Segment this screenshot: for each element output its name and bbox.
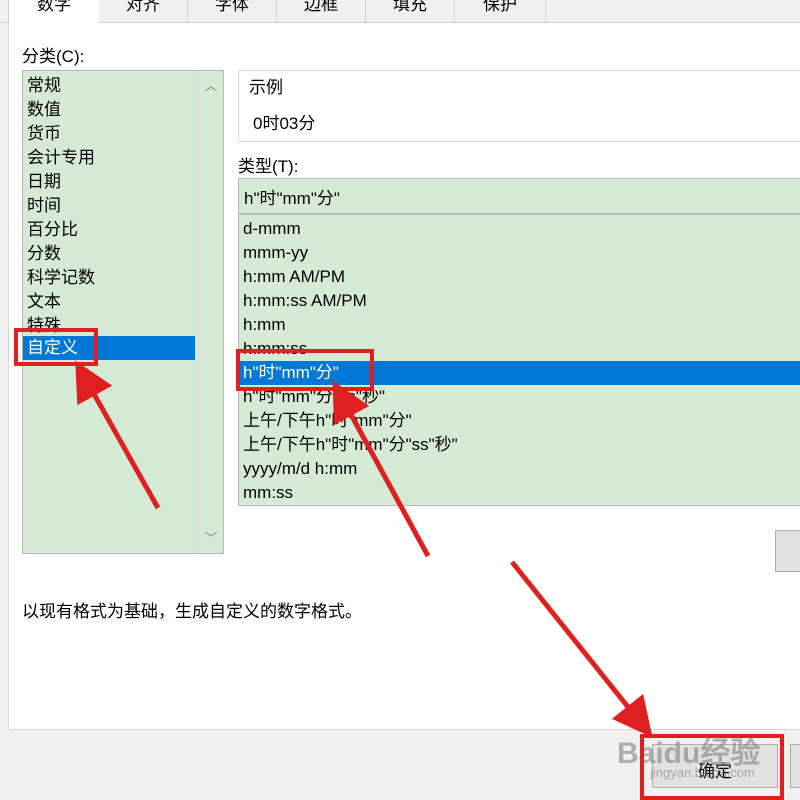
arrow-to-custom (75, 360, 161, 510)
annotation-arrows-icon (75, 360, 653, 738)
arrow-to-ok (510, 560, 653, 738)
arrow-to-format (332, 380, 431, 558)
